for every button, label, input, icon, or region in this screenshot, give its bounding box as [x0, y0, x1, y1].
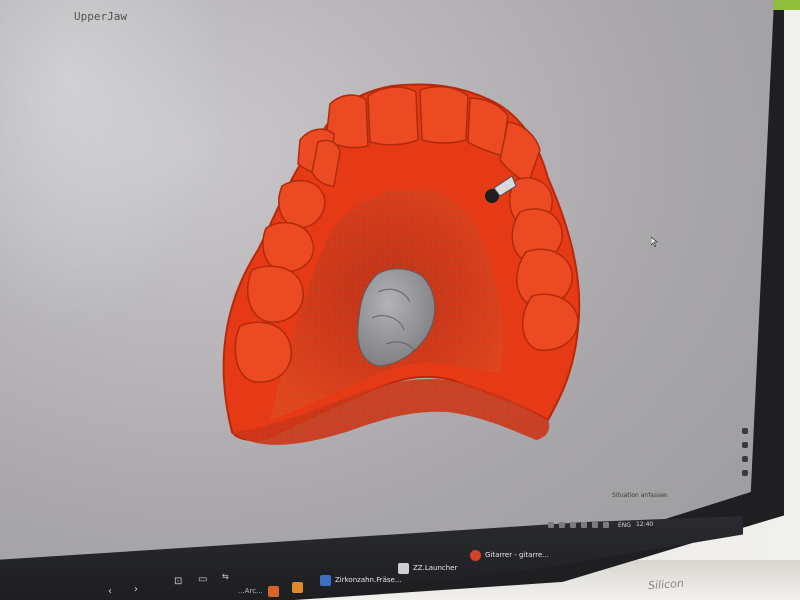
tray-icon[interactable] [559, 522, 565, 528]
folder-icon[interactable]: ▭ [198, 574, 207, 585]
paper-note: Silicon [647, 576, 685, 593]
monitor-screen: UpperJaw Situation anfassen [0, 0, 774, 600]
app-icon [320, 574, 331, 586]
tray-icon[interactable] [570, 522, 576, 528]
tray-icon[interactable] [592, 522, 598, 528]
input-language[interactable]: ENG [618, 522, 631, 529]
taskbar-search[interactable]: ...Arc... [238, 584, 263, 598]
taskbar-app-label: ZZ.Launcher [413, 564, 458, 572]
tray-icon[interactable] [581, 522, 587, 528]
monitor-buttons[interactable] [742, 420, 752, 500]
mouse-cursor-icon [650, 232, 659, 251]
snip-icon[interactable]: ⇆ [222, 572, 229, 581]
taskbar-app-zirkonzahn[interactable]: Zirkonzahn.Fräse... [320, 573, 402, 587]
system-tray[interactable]: ENG 12:40 [548, 516, 718, 534]
back-icon[interactable]: ‹ [108, 586, 112, 597]
app-icon [268, 585, 279, 597]
taskbar-app-browser[interactable]: Gitarrer - gitarre... [470, 548, 549, 562]
forward-icon[interactable]: › [134, 584, 138, 595]
monitor-button[interactable] [742, 428, 748, 434]
taskbar-app-zzlauncher[interactable]: ZZ.Launcher [398, 561, 457, 575]
monitor-button[interactable] [742, 442, 748, 448]
tray-icon[interactable] [548, 522, 554, 528]
taskbar-app-label: Zirkonzahn.Fräse... [335, 576, 402, 584]
taskbar-app-m2[interactable] [292, 580, 303, 594]
tray-icon[interactable] [603, 522, 609, 528]
app-icon [470, 549, 481, 561]
3d-scan-viewport[interactable] [0, 0, 774, 600]
app-icon [398, 562, 409, 574]
clock[interactable]: 12:40 [636, 522, 653, 528]
taskbar-app-label: Gitarrer - gitarre... [485, 551, 549, 559]
taskbar-search-label: ...Arc... [238, 587, 263, 595]
status-hint: Situation anfassen [612, 492, 668, 499]
app-icon [292, 581, 303, 593]
monitor-button[interactable] [742, 456, 748, 462]
taskbar-app-m1[interactable] [268, 584, 279, 598]
monitor-button[interactable] [742, 470, 748, 476]
start-icon[interactable]: ⊡ [174, 576, 182, 587]
